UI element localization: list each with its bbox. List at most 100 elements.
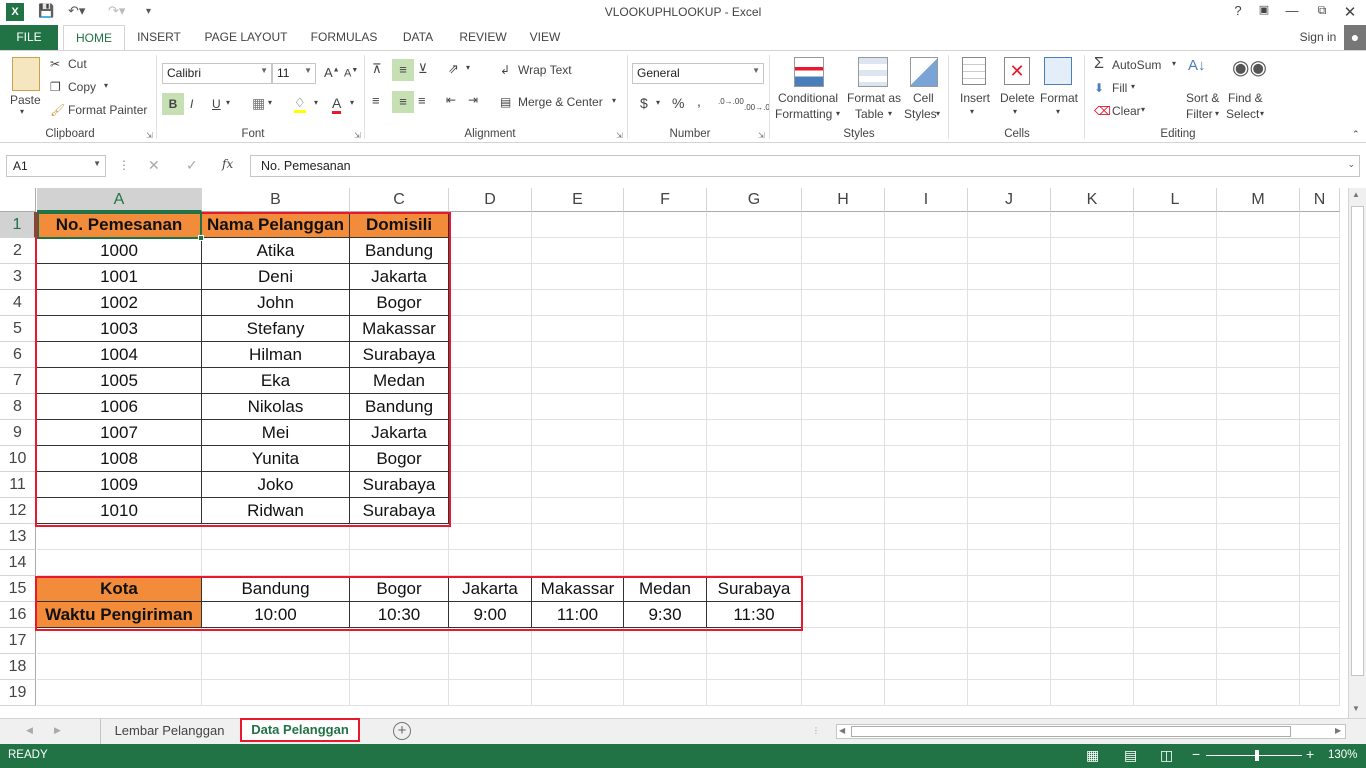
- clear-button[interactable]: Clear: [1112, 104, 1141, 118]
- font-name-combo[interactable]: Calibri ▼: [162, 63, 272, 84]
- conditional-dropdown-icon[interactable]: ▾: [836, 109, 840, 118]
- cell-n19[interactable]: [1300, 680, 1340, 706]
- cell-g7[interactable]: [707, 368, 802, 394]
- cell-h16[interactable]: [802, 602, 885, 628]
- expand-formula-icon[interactable]: ⌄: [1347, 159, 1355, 170]
- cell-j5[interactable]: [968, 316, 1051, 342]
- cell-k2[interactable]: [1051, 238, 1134, 264]
- cell-f18[interactable]: [624, 654, 707, 680]
- cell-n10[interactable]: [1300, 446, 1340, 472]
- h-scroll-thumb[interactable]: [851, 726, 1291, 737]
- cell-d14[interactable]: [449, 550, 532, 576]
- cell-j17[interactable]: [968, 628, 1051, 654]
- cell-l17[interactable]: [1134, 628, 1217, 654]
- column-header-k[interactable]: K: [1051, 188, 1134, 212]
- cell-i7[interactable]: [885, 368, 968, 394]
- cell-j10[interactable]: [968, 446, 1051, 472]
- cell-j13[interactable]: [968, 524, 1051, 550]
- zoom-in-icon[interactable]: +: [1306, 746, 1314, 762]
- tab-home[interactable]: HOME: [63, 25, 125, 51]
- cell-c11[interactable]: Surabaya: [350, 472, 449, 498]
- name-box[interactable]: A1 ▼: [6, 155, 106, 177]
- cell-b15[interactable]: Bandung: [202, 576, 350, 602]
- cell-e19[interactable]: [532, 680, 624, 706]
- cell-b17[interactable]: [202, 628, 350, 654]
- cell-c13[interactable]: [350, 524, 449, 550]
- cell-h14[interactable]: [802, 550, 885, 576]
- orientation-dropdown-icon[interactable]: ▾: [466, 63, 470, 72]
- row-header-9[interactable]: 9: [0, 420, 36, 446]
- cell-c7[interactable]: Medan: [350, 368, 449, 394]
- cell-e14[interactable]: [532, 550, 624, 576]
- cell-h17[interactable]: [802, 628, 885, 654]
- row-header-12[interactable]: 12: [0, 498, 36, 524]
- cell-l15[interactable]: [1134, 576, 1217, 602]
- cell-b19[interactable]: [202, 680, 350, 706]
- cell-a7[interactable]: 1005: [37, 368, 202, 394]
- row-header-8[interactable]: 8: [0, 394, 36, 420]
- increase-decimal-button[interactable]: .0→.00: [718, 97, 744, 106]
- insert-cells-icon[interactable]: [962, 57, 986, 85]
- cell-k9[interactable]: [1051, 420, 1134, 446]
- cell-b6[interactable]: Hilman: [202, 342, 350, 368]
- cell-h13[interactable]: [802, 524, 885, 550]
- cell-a5[interactable]: 1003: [37, 316, 202, 342]
- cell-d8[interactable]: [449, 394, 532, 420]
- cell-c16[interactable]: 10:30: [350, 602, 449, 628]
- paste-button[interactable]: Paste: [10, 93, 41, 107]
- cell-g16[interactable]: 11:30: [707, 602, 802, 628]
- cell-m11[interactable]: [1217, 472, 1300, 498]
- cell-m10[interactable]: [1217, 446, 1300, 472]
- cell-e6[interactable]: [532, 342, 624, 368]
- cell-d4[interactable]: [449, 290, 532, 316]
- conditional-formatting-label-2[interactable]: Formatting: [775, 107, 832, 121]
- cell-m17[interactable]: [1217, 628, 1300, 654]
- format-button[interactable]: Format: [1040, 91, 1078, 105]
- cell-b7[interactable]: Eka: [202, 368, 350, 394]
- cell-g8[interactable]: [707, 394, 802, 420]
- cell-l14[interactable]: [1134, 550, 1217, 576]
- cell-b9[interactable]: Mei: [202, 420, 350, 446]
- cell-i19[interactable]: [885, 680, 968, 706]
- cell-k7[interactable]: [1051, 368, 1134, 394]
- number-launcher-icon[interactable]: ⇲: [758, 131, 765, 140]
- cell-n12[interactable]: [1300, 498, 1340, 524]
- clear-dropdown-icon[interactable]: ▾: [1141, 105, 1145, 114]
- sheet-tab-lembar-pelanggan[interactable]: Lembar Pelanggan: [100, 719, 238, 744]
- fill-button[interactable]: Fill: [1112, 81, 1127, 95]
- cell-a18[interactable]: [37, 654, 202, 680]
- cell-n16[interactable]: [1300, 602, 1340, 628]
- cell-h9[interactable]: [802, 420, 885, 446]
- cell-d12[interactable]: [449, 498, 532, 524]
- cell-a13[interactable]: [37, 524, 202, 550]
- format-as-table-label-2[interactable]: Table: [855, 107, 884, 121]
- delete-button[interactable]: Delete: [1000, 91, 1035, 105]
- copy-button[interactable]: Copy: [68, 80, 96, 94]
- cell-c8[interactable]: Bandung: [350, 394, 449, 420]
- find-select-label-2[interactable]: Select: [1226, 107, 1259, 121]
- cell-g17[interactable]: [707, 628, 802, 654]
- cell-j16[interactable]: [968, 602, 1051, 628]
- cell-j15[interactable]: [968, 576, 1051, 602]
- cell-c6[interactable]: Surabaya: [350, 342, 449, 368]
- cell-f13[interactable]: [624, 524, 707, 550]
- cell-f1[interactable]: [624, 212, 707, 238]
- format-painter-icon[interactable]: 🖌: [50, 103, 65, 117]
- cell-g10[interactable]: [707, 446, 802, 472]
- decrease-font-icon[interactable]: A▼: [344, 67, 358, 80]
- cell-b4[interactable]: John: [202, 290, 350, 316]
- number-format-combo[interactable]: General ▼: [632, 63, 764, 84]
- underline-button[interactable]: U: [212, 97, 221, 111]
- autosum-icon[interactable]: Σ: [1094, 55, 1104, 73]
- bottom-align-icon[interactable]: ⊻: [418, 61, 428, 77]
- cell-h1[interactable]: [802, 212, 885, 238]
- binoculars-icon[interactable]: ◉◉: [1232, 55, 1267, 80]
- cell-j4[interactable]: [968, 290, 1051, 316]
- cell-g19[interactable]: [707, 680, 802, 706]
- cell-g2[interactable]: [707, 238, 802, 264]
- cell-d19[interactable]: [449, 680, 532, 706]
- cell-a16[interactable]: Waktu Pengiriman: [37, 602, 202, 628]
- insert-button[interactable]: Insert: [960, 91, 990, 105]
- cell-i2[interactable]: [885, 238, 968, 264]
- find-select-label-1[interactable]: Find &: [1228, 91, 1263, 105]
